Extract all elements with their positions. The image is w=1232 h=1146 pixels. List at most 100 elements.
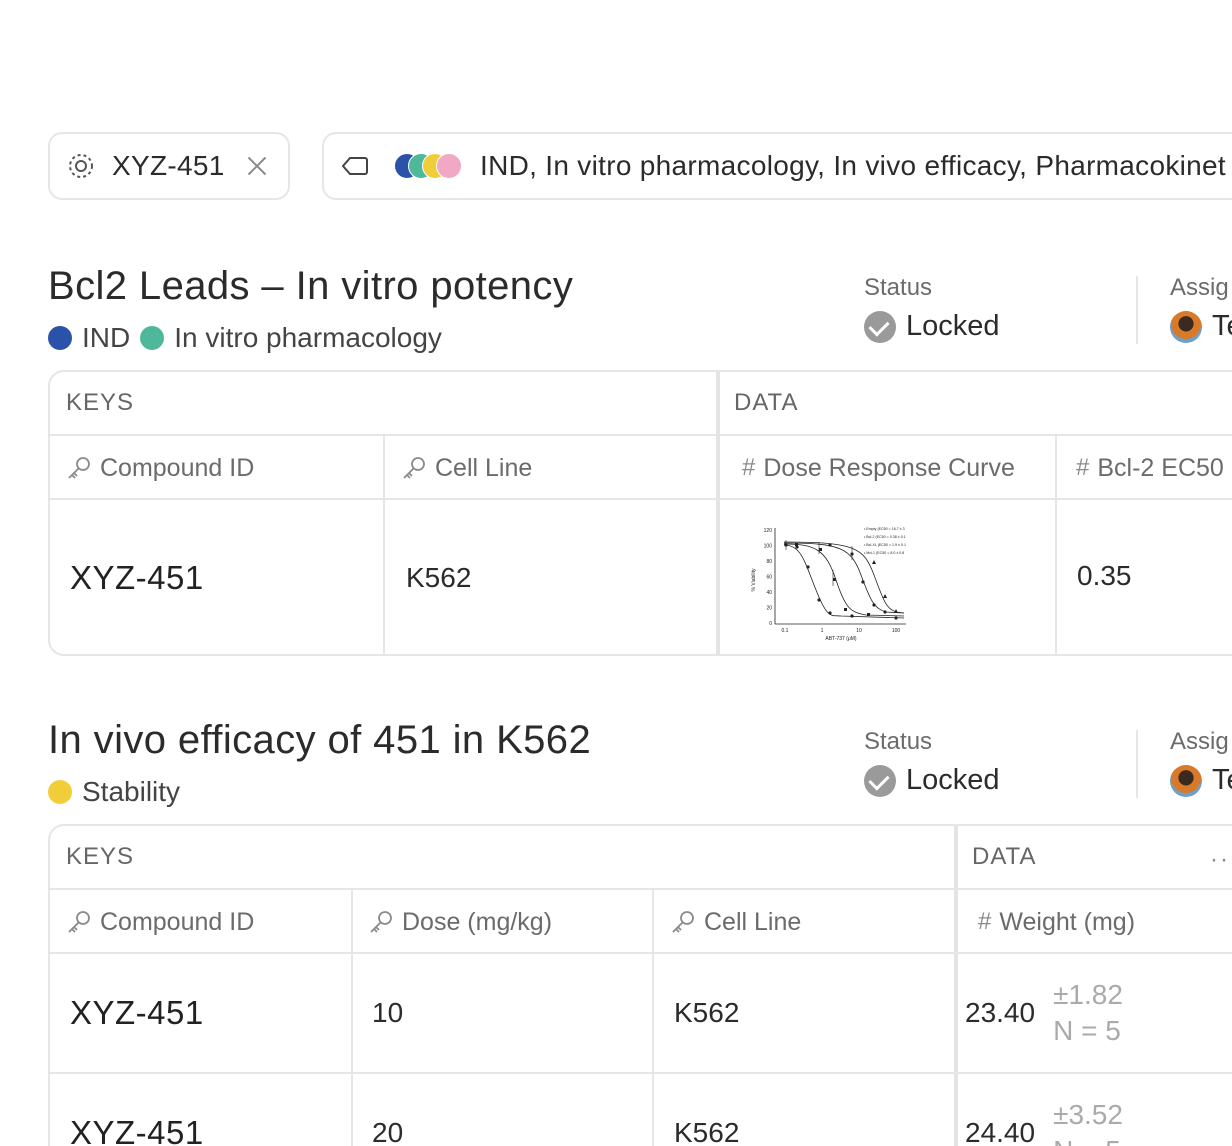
status-value[interactable]: Locked	[864, 310, 1000, 343]
y-tick-label: 60	[766, 575, 772, 581]
curve-bcl2	[783, 544, 905, 619]
assignee-value[interactable]: Te	[1170, 310, 1232, 343]
entity-icon	[69, 154, 93, 178]
tag-ind: IND	[48, 322, 130, 354]
x-tick-label: 10	[856, 628, 862, 634]
efficacy-table: KEYS DATA ··· Compound ID Dose (mg/kg) C…	[48, 824, 1232, 1146]
number-type-icon: #	[1076, 454, 1090, 481]
key-icon	[68, 911, 90, 933]
column-header-dose-response-curve[interactable]: # Dose Response Curve	[742, 438, 1052, 500]
entity-filter-chip[interactable]: XYZ-451	[48, 132, 290, 200]
assignee-label: Assig	[1170, 274, 1229, 301]
check-circle-icon	[864, 310, 896, 343]
y-tick-label: 120	[764, 528, 773, 534]
tag-label: In vitro pharmacology	[174, 322, 442, 353]
y-tick-label: 100	[764, 544, 773, 550]
column-label: Dose (mg/kg)	[402, 907, 553, 936]
legend-entry: • Mcl-1 (EC50 = 8.0 ± 0.8	[864, 551, 904, 555]
column-header-dose[interactable]: Dose (mg/kg)	[368, 892, 648, 954]
number-type-icon: #	[742, 454, 756, 481]
weight-cell[interactable]: 24.40 ±3.52 N = 5	[965, 1074, 1123, 1146]
column-header-compound-id[interactable]: Compound ID	[66, 438, 376, 500]
row-divider	[50, 498, 1232, 500]
data-group-header: DATA	[718, 372, 1232, 436]
tag-dot	[48, 780, 72, 804]
tag-dot	[48, 326, 72, 350]
key-icon	[370, 911, 392, 933]
section-title: In vivo efficacy of 451 in K562	[48, 718, 592, 762]
y-tick-label: 20	[766, 606, 772, 612]
chart-legend: • Empty (EC50 = 16.7 ± 3 • Bcl-2 (EC50 = …	[864, 527, 906, 555]
more-options-icon[interactable]: ···	[1210, 846, 1232, 874]
weight-stats: ±1.82 N = 5	[1053, 977, 1123, 1049]
cell-line-cell[interactable]: K562	[674, 1074, 739, 1146]
column-label: Dose Response Curve	[763, 453, 1015, 482]
column-header-bcl2-ec50[interactable]: # Bcl-2 EC50	[1076, 438, 1232, 500]
legend-entry: • Empty (EC50 = 16.7 ± 3	[864, 527, 905, 531]
tag-label: Stability	[82, 776, 181, 807]
status-text: Locked	[906, 310, 1000, 342]
column-header-weight[interactable]: # Weight (mg)	[978, 892, 1232, 954]
weight-cell[interactable]: 23.40 ±1.82 N = 5	[965, 954, 1123, 1072]
assignee-name: Te	[1212, 764, 1232, 796]
x-tick-label: 100	[892, 628, 901, 634]
section-title: Bcl2 Leads – In vitro potency	[48, 264, 574, 308]
tag-dot	[436, 153, 462, 179]
dose-cell[interactable]: 20	[372, 1074, 403, 1146]
weight-n: N = 5	[1053, 1015, 1121, 1046]
column-label: Compound ID	[100, 453, 255, 482]
column-divider	[351, 890, 353, 1146]
potency-table: KEYS DATA Compound ID Cell Line # Dose R…	[48, 370, 1232, 656]
key-icon	[403, 457, 425, 479]
column-label: Cell Line	[435, 453, 533, 482]
column-header-compound-id[interactable]: Compound ID	[66, 892, 346, 954]
compound-id-cell[interactable]: XYZ-451	[70, 1074, 204, 1146]
status-text: Locked	[906, 764, 1000, 796]
compound-id-cell[interactable]: XYZ-451	[70, 500, 204, 654]
cell-line-cell[interactable]: K562	[406, 500, 471, 654]
column-header-cell-line[interactable]: Cell Line	[401, 438, 711, 500]
y-tick-label: 80	[766, 559, 772, 565]
tags-filter-chip[interactable]: IND, In vitro pharmacology, In vivo effi…	[322, 132, 1232, 200]
tag-stability: Stability	[48, 776, 180, 808]
weight-stats: ±3.52 N = 5	[1053, 1097, 1123, 1146]
entity-filter-value: XYZ-451	[112, 150, 225, 181]
column-label: Bcl-2 EC50	[1097, 453, 1224, 482]
dose-response-chart[interactable]: % Viability 120 100 80 60 40 20 0 0.1 1 10 100 AB…	[746, 520, 916, 642]
status-value[interactable]: Locked	[864, 764, 1000, 797]
y-tick-label: 0	[769, 621, 772, 627]
column-label: Cell Line	[704, 907, 802, 936]
check-circle-icon	[864, 764, 896, 797]
avatar	[1170, 764, 1202, 797]
close-icon[interactable]	[245, 154, 269, 178]
dose-cell[interactable]: 10	[372, 954, 403, 1072]
group-divider	[954, 826, 958, 1146]
tag-dot	[140, 326, 165, 350]
x-axis-label: ABT-737 (μM)	[825, 636, 857, 642]
column-header-cell-line[interactable]: Cell Line	[670, 892, 950, 954]
assignee-value[interactable]: Te	[1170, 764, 1232, 797]
assignee-label: Assig	[1170, 728, 1229, 755]
weight-sd: ±1.82	[1053, 979, 1123, 1010]
group-divider	[716, 372, 720, 654]
legend-entry: • Bcl-2 (EC50 = 0.38 ± 0.1	[864, 535, 906, 539]
section-tags: IND In vitro pharmacology	[48, 322, 452, 354]
key-icon	[672, 911, 694, 933]
compound-id-cell[interactable]: XYZ-451	[70, 954, 204, 1072]
column-divider	[383, 436, 385, 654]
y-axis-label: % Viability	[751, 568, 757, 591]
legend-entry: • Bcl-XL (EC50 = 1.9 ± 0.1	[864, 543, 906, 547]
weight-mean: 24.40	[965, 1117, 1036, 1146]
cell-line-cell[interactable]: K562	[674, 954, 739, 1072]
x-tick-label: 0.1	[782, 628, 789, 634]
status-label: Status	[864, 274, 933, 301]
keys-group-header: KEYS	[50, 372, 718, 436]
number-type-icon: #	[978, 908, 992, 935]
ec50-cell[interactable]: 0.35	[1077, 498, 1132, 654]
tag-in-vitro-pharmacology: In vitro pharmacology	[140, 322, 442, 354]
column-label: Weight (mg)	[999, 907, 1136, 936]
weight-mean: 23.40	[965, 997, 1036, 1028]
keys-group-header: KEYS	[50, 826, 956, 890]
divider	[1136, 276, 1138, 344]
x-ticks: 0.1 1 10 100	[782, 628, 901, 634]
